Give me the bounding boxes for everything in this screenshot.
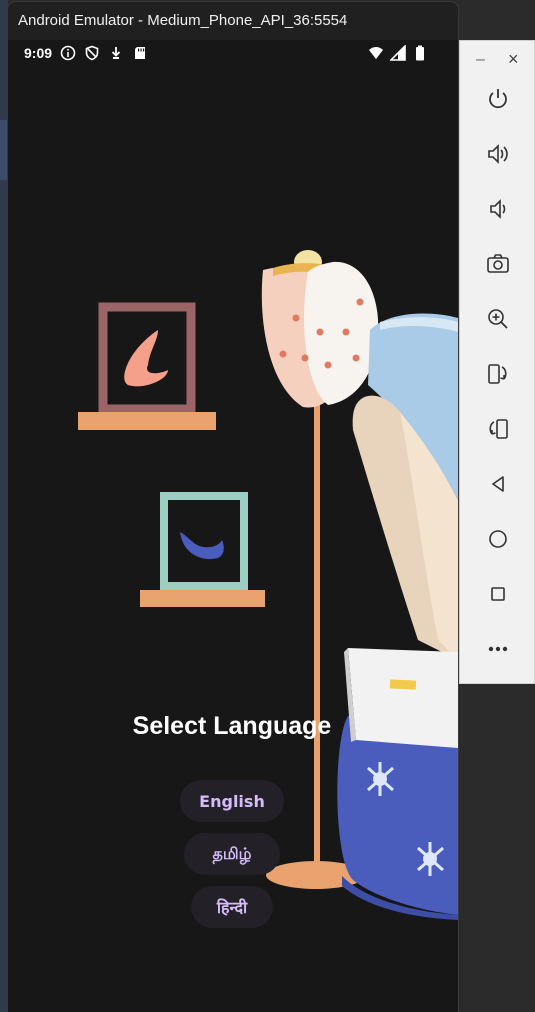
rotate-left-icon: [488, 364, 507, 384]
screenshot-button[interactable]: [480, 246, 516, 282]
back-icon: [492, 476, 504, 492]
zoom-button[interactable]: [480, 301, 516, 337]
status-bar: 9:09: [8, 40, 458, 68]
page-title: Select Language: [132, 712, 332, 740]
volume-down-icon: [490, 199, 506, 219]
emulator-window: Android Emulator - Medium_Phone_API_36:5…: [8, 2, 458, 1012]
minimize-icon[interactable]: –: [476, 51, 485, 69]
overview-button[interactable]: [480, 576, 516, 612]
overview-icon: [491, 587, 505, 601]
language-button-english[interactable]: English: [180, 780, 284, 822]
laptop: [344, 648, 458, 748]
power-icon: [489, 89, 507, 109]
rotate-right-button[interactable]: [480, 411, 516, 447]
home-icon: [489, 530, 507, 548]
language-button-tamil[interactable]: தமிழ்: [184, 833, 280, 875]
volume-up-button[interactable]: [480, 136, 516, 172]
shield-icon: [85, 45, 99, 61]
battery-icon: [416, 45, 424, 61]
home-button[interactable]: [480, 521, 516, 557]
rotate-right-icon: [489, 419, 508, 439]
download-icon: [111, 47, 121, 59]
close-icon[interactable]: ×: [508, 49, 519, 70]
picture-frame-2: [140, 492, 265, 607]
power-button[interactable]: [480, 81, 516, 117]
back-button[interactable]: [480, 466, 516, 502]
volume-down-button[interactable]: [480, 191, 516, 227]
zoom-icon: [488, 309, 508, 329]
cellular-signal-icon: [390, 45, 406, 61]
volume-up-icon: [488, 144, 508, 164]
sd-card-icon: [135, 47, 145, 59]
picture-frame-1: [78, 302, 216, 430]
phone-screen: 9:09 Select Language English தமிழ் हिन्द…: [8, 40, 458, 1012]
more-icon: [488, 646, 508, 652]
info-icon: [60, 45, 76, 61]
rotate-left-button[interactable]: [480, 356, 516, 392]
wifi-icon: [369, 47, 383, 59]
status-time: 9:09: [24, 45, 53, 61]
language-button-hindi[interactable]: हिन्दी: [191, 886, 273, 928]
emulator-toolbar: – ×: [459, 40, 535, 684]
more-button[interactable]: [480, 631, 516, 667]
background-strip-accent: [0, 120, 8, 180]
window-title: Android Emulator - Medium_Phone_API_36:5…: [8, 2, 458, 40]
camera-icon: [487, 254, 509, 273]
